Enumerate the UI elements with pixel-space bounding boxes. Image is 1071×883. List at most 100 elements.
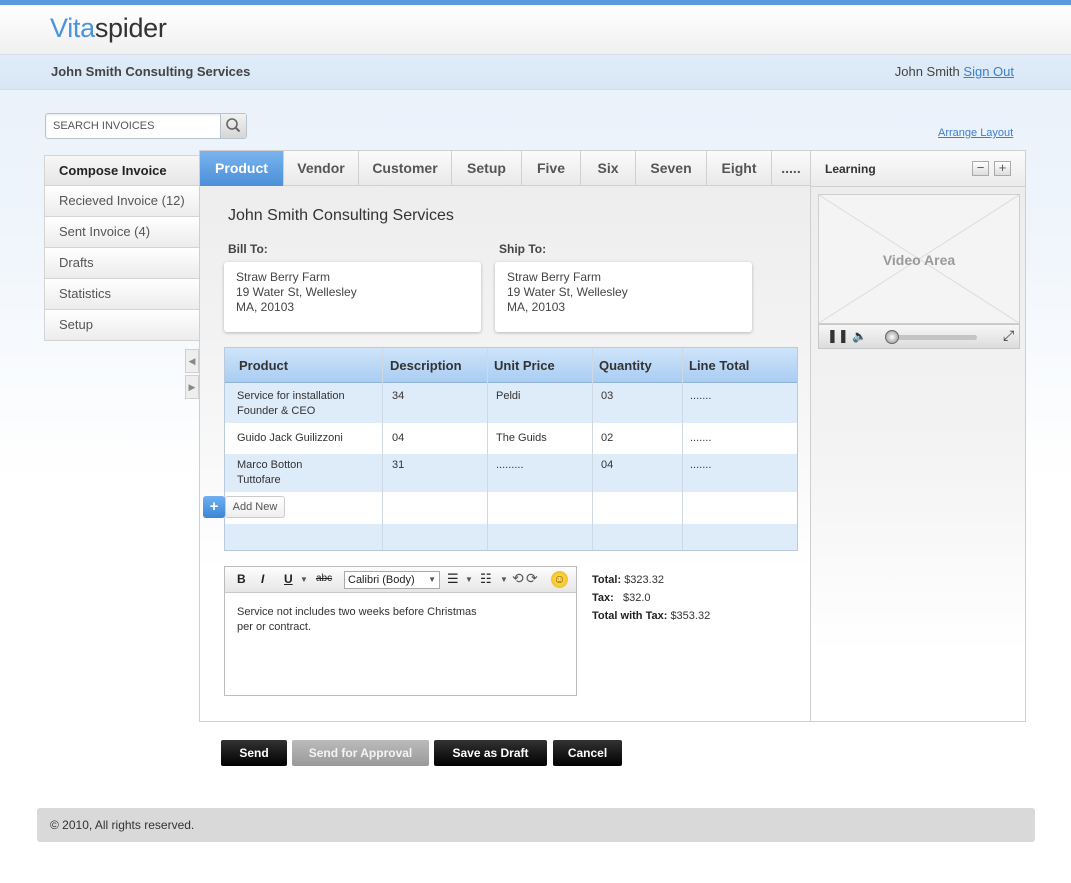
add-new-button[interactable]: Add New bbox=[225, 496, 285, 518]
sign-out-link[interactable]: Sign Out bbox=[963, 64, 1014, 79]
search-input[interactable] bbox=[46, 114, 220, 138]
tab-product[interactable]: Product bbox=[200, 151, 284, 186]
address-line: 19 Water St, Wellesley bbox=[507, 285, 628, 299]
column-divider bbox=[382, 348, 383, 550]
total-value: $323.32 bbox=[624, 574, 664, 586]
emoticon-icon[interactable]: ☺ bbox=[551, 571, 568, 588]
sidebar-item-statistics[interactable]: Statistics bbox=[44, 279, 200, 310]
cell-description: 04 bbox=[392, 432, 405, 444]
editor-text-line: Service not includes two weeks before Ch… bbox=[237, 606, 477, 618]
total-with-tax-label: Total with Tax: bbox=[592, 610, 668, 622]
totals-block: Total: $323.32 Tax: $32.0 Total with Tax… bbox=[592, 571, 710, 625]
product-line: Marco Botton bbox=[237, 459, 303, 471]
product-subline: Tuttofare bbox=[237, 474, 281, 486]
bullet-list-dropdown-icon[interactable]: ▼ bbox=[465, 575, 473, 584]
seek-handle[interactable] bbox=[885, 330, 899, 344]
address-line: Straw Berry Farm bbox=[507, 270, 602, 284]
numbered-list-dropdown-icon[interactable]: ▼ bbox=[500, 575, 508, 584]
cancel-button[interactable]: Cancel bbox=[553, 740, 622, 766]
tab-eight[interactable]: Eight bbox=[707, 151, 772, 186]
table-row[interactable]: Service for installation Founder & CEO 3… bbox=[225, 383, 797, 423]
collapse-left-icon[interactable]: ◀ bbox=[185, 349, 199, 373]
cell-quantity: 03 bbox=[601, 390, 614, 402]
volume-icon[interactable]: 🔈 bbox=[852, 329, 867, 343]
table-row[interactable]: Marco Botton Tuttofare 31 ......... 04 .… bbox=[225, 454, 797, 492]
ship-to-label: Ship To: bbox=[499, 242, 547, 256]
total-row: Total: $323.32 bbox=[592, 571, 710, 589]
ship-to-address[interactable]: Straw Berry Farm 19 Water St, Wellesley … bbox=[495, 262, 752, 332]
minimize-button[interactable]: − bbox=[972, 161, 989, 176]
fullscreen-icon[interactable]: ⤢ bbox=[1003, 327, 1014, 344]
table-row-empty[interactable] bbox=[225, 524, 797, 550]
strikethrough-button[interactable]: abc bbox=[316, 573, 332, 584]
underline-button[interactable]: U bbox=[284, 572, 293, 586]
notes-editor: B I U ▼ abc Calibri (Body) ▼ ☰ ▼ ☷ ▼ ⟲ ⟳… bbox=[224, 566, 577, 696]
user-info: John Smith Sign Out bbox=[895, 64, 1014, 79]
maximize-button[interactable]: + bbox=[994, 161, 1011, 176]
editor-content[interactable]: Service not includes two weeks before Ch… bbox=[237, 605, 497, 635]
send-for-approval-button[interactable]: Send for Approval bbox=[292, 740, 429, 766]
cell-line-total: ....... bbox=[690, 390, 712, 402]
column-header-product[interactable]: Product bbox=[239, 348, 288, 383]
cell-unit-price: Peldi bbox=[496, 390, 521, 402]
address-line: 19 Water St, Wellesley bbox=[236, 285, 357, 299]
bold-button[interactable]: B bbox=[237, 572, 246, 586]
column-header-line-total[interactable]: Line Total bbox=[689, 348, 749, 383]
product-subline: Founder & CEO bbox=[237, 405, 316, 417]
invoice-table: Product Description Unit Price Quantity … bbox=[224, 347, 798, 551]
numbered-list-icon[interactable]: ☷ bbox=[480, 571, 492, 587]
tax-label: Tax: bbox=[592, 592, 614, 604]
tab-seven[interactable]: Seven bbox=[636, 151, 707, 186]
column-divider bbox=[487, 348, 488, 550]
logo[interactable]: Vitaspider bbox=[50, 13, 167, 44]
save-as-draft-button[interactable]: Save as Draft bbox=[434, 740, 547, 766]
tab-six[interactable]: Six bbox=[581, 151, 636, 186]
sidebar-item-sent-invoice[interactable]: Sent Invoice (4) bbox=[44, 217, 200, 248]
sidebar-item-setup[interactable]: Setup bbox=[44, 310, 200, 341]
video-player[interactable]: Video Area bbox=[818, 194, 1020, 324]
underline-dropdown-icon[interactable]: ▼ bbox=[300, 575, 308, 584]
product-line: Service for installation bbox=[237, 390, 345, 402]
cell-unit-price: The Guids bbox=[496, 432, 547, 444]
company-name: John Smith Consulting Services bbox=[51, 64, 251, 79]
unlink-icon[interactable]: ⟳ bbox=[526, 570, 538, 587]
seek-bar[interactable] bbox=[889, 335, 977, 340]
cell-line-total: ....... bbox=[690, 432, 712, 444]
italic-button[interactable]: I bbox=[261, 572, 264, 586]
tab-more[interactable]: ..... bbox=[772, 151, 810, 186]
send-button[interactable]: Send bbox=[221, 740, 287, 766]
logo-part-1: Vita bbox=[50, 13, 95, 43]
learning-header: Learning − + bbox=[811, 151, 1025, 187]
sidebar: Compose Invoice Recieved Invoice (12) Se… bbox=[44, 155, 200, 341]
total-label: Total: bbox=[592, 574, 622, 586]
sidebar-item-drafts[interactable]: Drafts bbox=[44, 248, 200, 279]
tab-customer[interactable]: Customer bbox=[359, 151, 452, 186]
sidebar-item-received-invoice[interactable]: Recieved Invoice (12) bbox=[44, 186, 200, 217]
arrange-layout-link[interactable]: Arrange Layout bbox=[938, 127, 1013, 139]
logo-part-2: spider bbox=[94, 13, 167, 43]
expand-right-icon[interactable]: ▶ bbox=[185, 375, 199, 399]
user-name: John Smith bbox=[894, 64, 960, 79]
bill-to-label: Bill To: bbox=[228, 242, 268, 256]
bullet-list-icon[interactable]: ☰ bbox=[447, 571, 459, 587]
bill-to-address[interactable]: Straw Berry Farm 19 Water St, Wellesley … bbox=[224, 262, 481, 332]
pause-icon[interactable]: ❚❚ bbox=[827, 328, 849, 344]
footer: © 2010, All rights reserved. bbox=[37, 808, 1035, 842]
sidebar-item-compose-invoice[interactable]: Compose Invoice bbox=[44, 155, 200, 186]
search-button[interactable] bbox=[220, 114, 246, 138]
column-header-unit-price[interactable]: Unit Price bbox=[494, 348, 555, 383]
app-header: Vitaspider bbox=[0, 5, 1071, 55]
tab-setup[interactable]: Setup bbox=[452, 151, 522, 186]
tab-five[interactable]: Five bbox=[522, 151, 581, 186]
cell-line-total: ....... bbox=[690, 459, 712, 471]
add-icon[interactable]: + bbox=[203, 496, 225, 518]
tab-vendor[interactable]: Vendor bbox=[284, 151, 359, 186]
font-select-value: Calibri (Body) bbox=[348, 574, 415, 586]
learning-panel: Learning − + Video Area ❚❚ 🔈 ⤢ bbox=[810, 150, 1026, 722]
column-header-description[interactable]: Description bbox=[390, 348, 462, 383]
link-icon[interactable]: ⟲ bbox=[512, 570, 524, 587]
table-row[interactable]: Guido Jack Guilizzoni 04 The Guids 02 ..… bbox=[225, 423, 797, 454]
column-header-quantity[interactable]: Quantity bbox=[599, 348, 652, 383]
search-box bbox=[45, 113, 247, 139]
font-select[interactable]: Calibri (Body) ▼ bbox=[344, 571, 440, 589]
